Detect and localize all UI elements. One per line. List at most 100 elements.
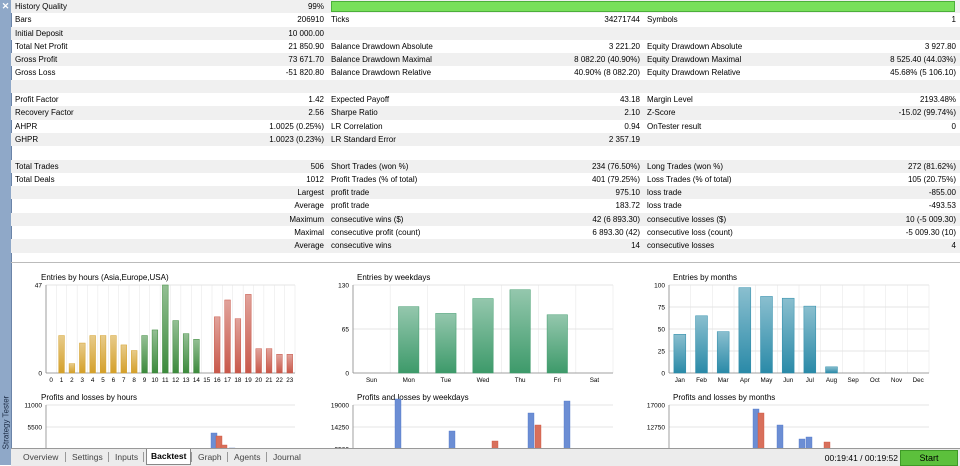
report-row: Average consecutive wins 14 consecutive los… (11, 239, 960, 253)
tab-overview[interactable]: Overview (19, 450, 62, 464)
metric-label: Gross Profit (15, 55, 58, 65)
history-quality-row: History Quality 99% (11, 0, 960, 14)
chart-bar (224, 299, 231, 374)
y-tick-label: 50 (658, 327, 666, 334)
metric-value: 34271744 (604, 15, 640, 25)
tab-agents[interactable]: Agents (230, 450, 264, 464)
chart-bar (509, 289, 531, 374)
y-tick-label: 19000 (331, 403, 349, 410)
tab-bar: Overview Settings Inputs Backtest Graph Agent… (11, 448, 960, 466)
chart-bar (265, 348, 273, 374)
chart-bar (286, 354, 293, 374)
x-tick-label: 20 (255, 377, 263, 384)
metric-label: GHPR (15, 134, 39, 144)
report-row: AHPR 1.0025 (0.25%) LR Correlation 0.94 OnTe… (11, 120, 960, 133)
metric-label: Total Net Profit (15, 41, 68, 51)
chart-bar (151, 329, 159, 374)
y-tick-label: 0 (661, 371, 665, 378)
history-quality-bar (331, 1, 955, 12)
x-tick-label: May (761, 377, 774, 384)
metric-value: 105 (20.75%) (907, 174, 956, 184)
chart-bar (182, 333, 190, 374)
report-row: Largest profit trade 975.10 loss trade -855.… (11, 186, 960, 200)
metric-value: 3 221.20 (608, 41, 640, 51)
chart-bar (825, 366, 838, 374)
strategy-tester-label: Strategy Tester (1, 395, 11, 450)
metric-value: 1.0023 (0.23%) (269, 134, 324, 144)
x-tick-label: Jul (806, 377, 814, 384)
metric-label: loss trade (647, 201, 682, 211)
metric-value: -51 820.80 (285, 68, 324, 78)
metric-value: 10 000.00 (288, 28, 324, 38)
metric-value: 272 (81.62%) (907, 161, 956, 171)
metric-value: 2 357.19 (608, 134, 640, 144)
metric-label: Gross Loss (15, 68, 56, 78)
report-row: Average profit trade 183.72 loss trade -493.… (11, 199, 960, 212)
x-tick-label: Thu (515, 377, 526, 384)
metric-label: LR Correlation (331, 121, 383, 131)
x-tick-label: 19 (245, 377, 253, 384)
close-icon[interactable]: ✕ (1, 2, 10, 11)
chart-bar (276, 354, 283, 374)
metric-label: Bars (15, 15, 32, 25)
x-tick-label: 11 (162, 377, 169, 384)
metric-label: Initial Deposit (15, 28, 64, 38)
y-tick-label: 25 (658, 349, 666, 356)
report-row: Total Net Profit 21 850.90 Balance Drawdow… (11, 40, 960, 53)
report-row: Bars 206910 Ticks 34271744 Symbols 1 (11, 13, 960, 26)
tab-inputs[interactable]: Inputs (111, 450, 142, 464)
chart-bar (110, 335, 117, 374)
x-tick-label: 2 (70, 377, 74, 384)
metric-label: Short Trades (won %) (331, 161, 409, 171)
chart-title: Profits and losses by months (673, 393, 775, 402)
tab-separator (108, 452, 109, 462)
metric-label: Balance Drawdown Absolute (331, 41, 433, 51)
metric-label: Balance Drawdown Maximal (331, 55, 432, 65)
metric-value: 234 (76.50%) (591, 161, 640, 171)
x-tick-label: 8 (132, 377, 136, 384)
x-tick-label: Sat (590, 377, 600, 384)
metric-label: LR Standard Error (331, 134, 396, 144)
chart-bar (172, 320, 179, 374)
tab-settings[interactable]: Settings (68, 450, 107, 464)
metric-value: 45.68% (5 106.10) (890, 68, 956, 78)
metric-label: profit trade (331, 188, 370, 198)
tab-separator (266, 452, 267, 462)
metric-label: consecutive losses (647, 241, 715, 251)
chart-bar (99, 335, 107, 374)
metric-value: 43.18 (619, 95, 640, 105)
x-tick-label: 10 (151, 377, 159, 384)
chart-title: Entries by hours (Asia,Europe,USA) (41, 273, 169, 282)
tab-journal[interactable]: Journal (269, 450, 305, 464)
metric-value: 0.94 (624, 121, 640, 131)
chart-bar (120, 344, 127, 374)
x-tick-label: Apr (740, 377, 750, 384)
row-label: Maximum (289, 214, 324, 224)
metric-label: Loss Trades (% of total) (647, 174, 732, 184)
chart-bar (68, 363, 76, 374)
x-tick-label: Fri (554, 377, 561, 384)
metric-value: 1.42 (308, 95, 324, 105)
tab-graph[interactable]: Graph (194, 450, 226, 464)
metric-label: Margin Level (647, 95, 693, 105)
y-tick-label: 100 (654, 283, 665, 290)
metric-value: 1.0025 (0.25%) (269, 121, 324, 131)
chart-bar (162, 284, 169, 374)
y-tick-label: 5500 (28, 425, 43, 432)
start-button[interactable]: Start (900, 450, 958, 466)
x-tick-label: 5 (101, 377, 105, 384)
metric-label: Equity Drawdown Absolute (647, 41, 743, 51)
metric-label: Expected Payoff (331, 95, 390, 105)
report-row (11, 79, 960, 94)
x-tick-label: 0 (49, 377, 53, 384)
x-tick-label: 23 (286, 377, 294, 384)
elapsed-timer: 00:19:41 / 00:19:52 (824, 453, 898, 463)
x-tick-label: Jan (675, 377, 686, 384)
backtest-report: History Quality 99% Bars 206910 Ticks 34271… (11, 0, 960, 262)
x-tick-label: Mon (403, 377, 416, 384)
row-label: Average (294, 241, 324, 251)
x-tick-label: Tue (441, 377, 452, 384)
tab-backtest[interactable]: Backtest (146, 449, 192, 465)
metric-value: 401 (79.25%) (591, 174, 640, 184)
report-row: Profit Factor 1.42 Expected Payoff 43.18 Mar… (11, 93, 960, 106)
